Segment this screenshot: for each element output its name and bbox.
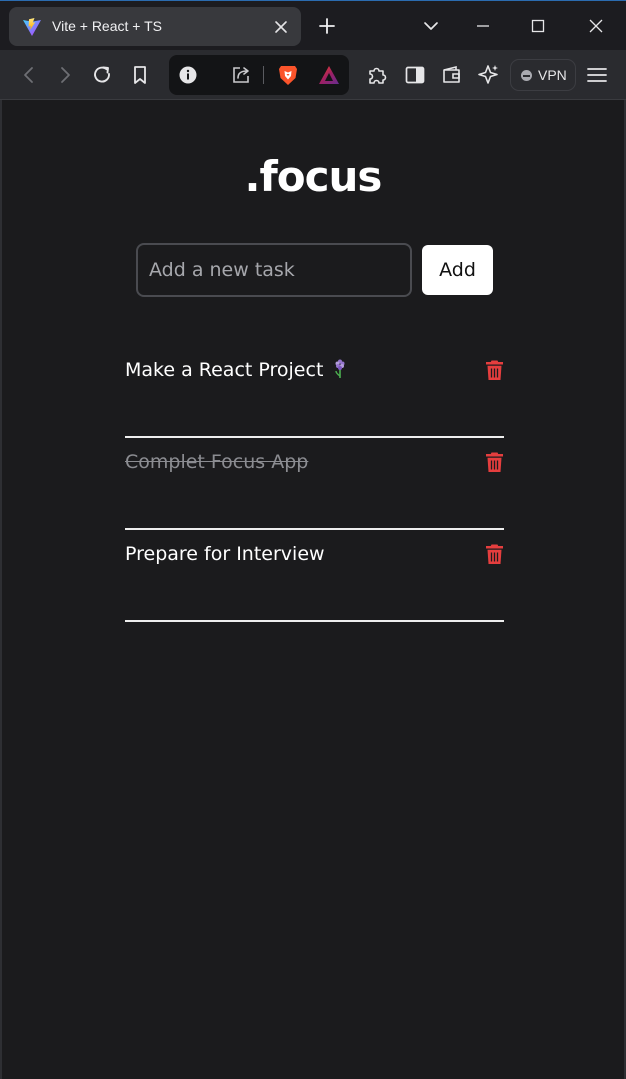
task-item: Complet Focus App [125,438,504,530]
delete-trash-icon[interactable] [485,451,504,473]
task-item: Prepare for Interview [125,530,504,622]
minimize-icon[interactable] [466,9,500,43]
hamburger-menu-icon[interactable] [584,62,610,88]
browser-tab-strip: Vite + React + TS [0,0,626,50]
task-list: Make a React Project Complet Focus App P… [125,346,504,622]
vpn-label: VPN [538,67,567,83]
delete-trash-icon[interactable] [485,543,504,565]
page-viewport: .focus Add Make a React Project [0,100,626,1079]
tab-list-chevron-down-icon[interactable] [414,9,448,43]
maximize-icon[interactable] [521,9,555,43]
task-text-completed[interactable]: Complet Focus App [125,451,308,473]
browser-toolbar: VPN [0,50,626,100]
reload-icon[interactable] [89,62,115,88]
app-title: .focus [244,152,383,201]
task-item: Make a React Project [125,346,504,438]
extensions-puzzle-icon[interactable] [364,62,390,88]
delete-trash-icon[interactable] [485,359,504,381]
new-tab-plus-icon[interactable] [314,13,340,39]
brave-lion-icon[interactable] [276,63,300,87]
vpn-button[interactable]: VPN [510,59,576,91]
sparkle-star-icon[interactable] [476,62,502,88]
add-task-button[interactable]: Add [422,245,493,295]
tab-title: Vite + React + TS [52,18,162,34]
info-icon[interactable] [178,65,198,85]
task-text[interactable]: Prepare for Interview [125,543,325,565]
task-text: Make a React Project [125,359,324,381]
tab-close-icon[interactable] [271,17,291,37]
sidebar-icon[interactable] [402,62,428,88]
brave-rewards-triangle-icon[interactable] [317,63,341,87]
vite-logo-icon [22,17,42,37]
forward-chevron-right-icon[interactable] [52,62,78,88]
wallet-icon[interactable] [439,62,465,88]
address-bar[interactable] [169,55,349,95]
back-chevron-left-icon[interactable] [16,62,42,88]
browser-tab[interactable]: Vite + React + TS [9,7,301,46]
new-task-input[interactable] [136,243,412,297]
bookmark-icon[interactable] [127,62,153,88]
share-icon[interactable] [230,64,252,86]
hyacinth-flower-icon [331,359,349,379]
vpn-status-icon [521,70,532,81]
address-bar-divider [263,66,264,84]
task-text-wrapper[interactable]: Make a React Project [125,359,349,381]
close-window-icon[interactable] [579,9,613,43]
